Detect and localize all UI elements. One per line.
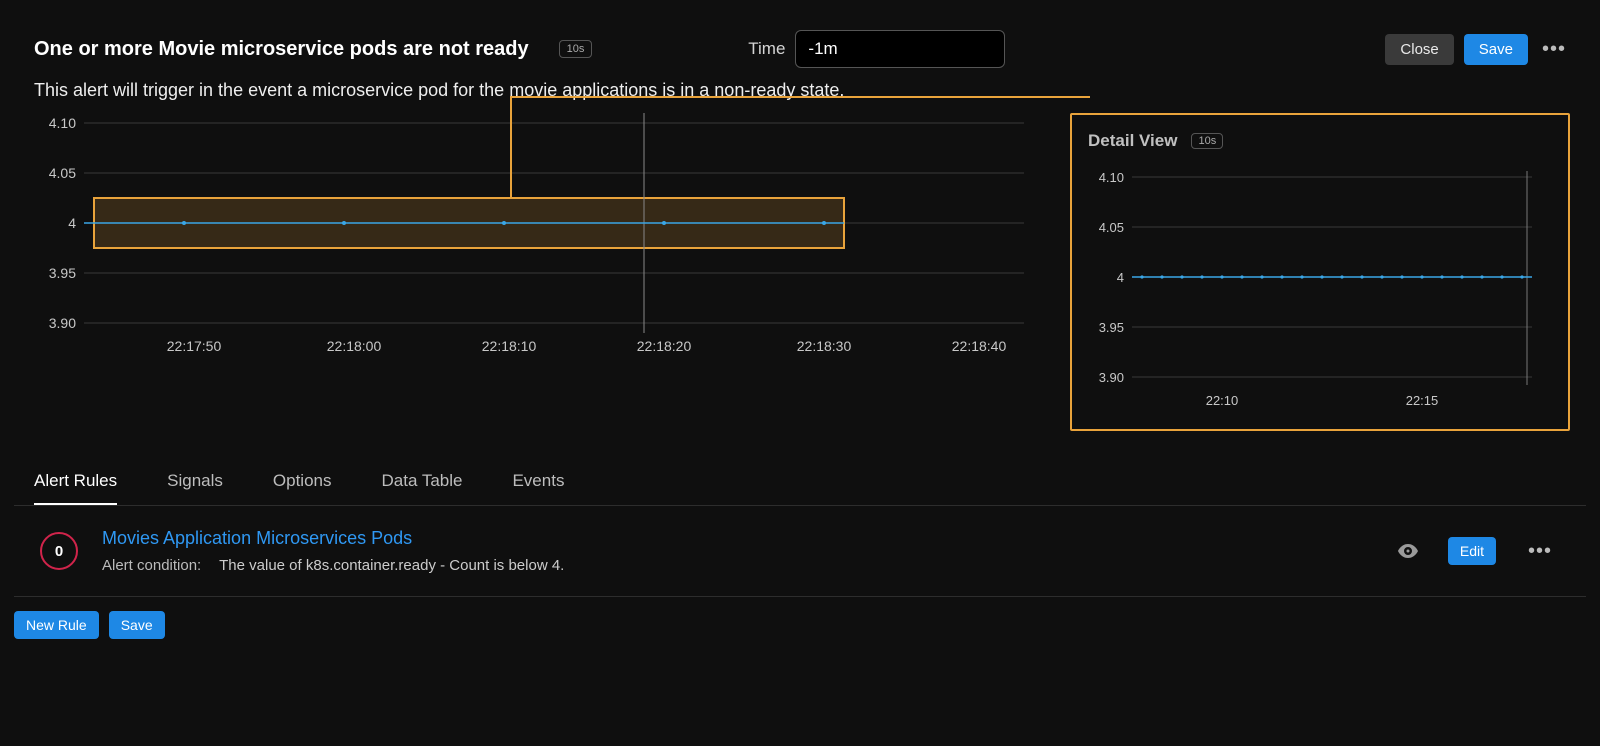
rule-name-link[interactable]: Movies Application Microservices Pods <box>102 528 564 549</box>
refresh-badge: 10s <box>559 40 593 58</box>
rule-condition-text: The value of k8s.container.ready - Count… <box>219 557 564 574</box>
x-tick: 22:18:10 <box>482 338 537 354</box>
x-tick: 22:10 <box>1206 393 1239 408</box>
save-rules-button[interactable]: Save <box>109 611 165 639</box>
page-title: One or more Movie microservice pods are … <box>34 38 529 61</box>
x-tick: 22:17:50 <box>167 338 222 354</box>
detail-chart[interactable]: 4.10 4.05 4 3.95 3.90 22:10 22:15 <box>1088 159 1548 419</box>
y-tick: 4.10 <box>49 115 76 131</box>
y-tick: 4.10 <box>1099 170 1124 185</box>
alert-rule-row: 0 Movies Application Microservices Pods … <box>14 506 1586 597</box>
detail-view-panel: Detail View 10s 4.10 4.05 4 3.95 3.9 <box>1070 113 1570 431</box>
visibility-icon[interactable] <box>1396 539 1420 563</box>
x-tick: 22:15 <box>1406 393 1439 408</box>
tab-options[interactable]: Options <box>273 471 332 505</box>
y-tick: 4 <box>1117 270 1124 285</box>
close-button[interactable]: Close <box>1385 34 1453 65</box>
detail-view-title: Detail View <box>1088 131 1177 151</box>
tabs: Alert Rules Signals Options Data Table E… <box>14 449 1586 506</box>
new-rule-button[interactable]: New Rule <box>14 611 99 639</box>
more-menu-icon[interactable]: ••• <box>1538 38 1570 61</box>
detail-refresh-badge: 10s <box>1191 133 1223 149</box>
tab-events[interactable]: Events <box>512 471 564 505</box>
save-button[interactable]: Save <box>1464 34 1528 65</box>
y-tick: 3.90 <box>49 315 76 331</box>
y-tick: 4 <box>68 215 76 231</box>
rule-condition-label: Alert condition: <box>102 557 201 574</box>
rule-more-icon[interactable]: ••• <box>1524 540 1556 563</box>
x-tick: 22:18:30 <box>797 338 852 354</box>
edit-rule-button[interactable]: Edit <box>1448 537 1496 565</box>
tab-signals[interactable]: Signals <box>167 471 223 505</box>
time-label: Time <box>748 39 785 59</box>
tab-alert-rules[interactable]: Alert Rules <box>34 471 117 505</box>
x-tick: 22:18:20 <box>637 338 692 354</box>
y-tick: 4.05 <box>49 165 76 181</box>
y-tick: 3.95 <box>49 265 76 281</box>
time-input[interactable] <box>795 30 1005 68</box>
alert-description: This alert will trigger in the event a m… <box>0 76 1600 113</box>
main-chart[interactable]: 4.10 4.05 4 3.95 3.90 22:17:50 <box>34 113 1044 431</box>
y-tick: 4.05 <box>1099 220 1124 235</box>
rule-status-count: 0 <box>40 532 78 570</box>
y-tick: 3.90 <box>1099 370 1124 385</box>
x-tick: 22:18:00 <box>327 338 382 354</box>
tab-data-table[interactable]: Data Table <box>382 471 463 505</box>
x-tick: 22:18:40 <box>952 338 1007 354</box>
y-tick: 3.95 <box>1099 320 1124 335</box>
